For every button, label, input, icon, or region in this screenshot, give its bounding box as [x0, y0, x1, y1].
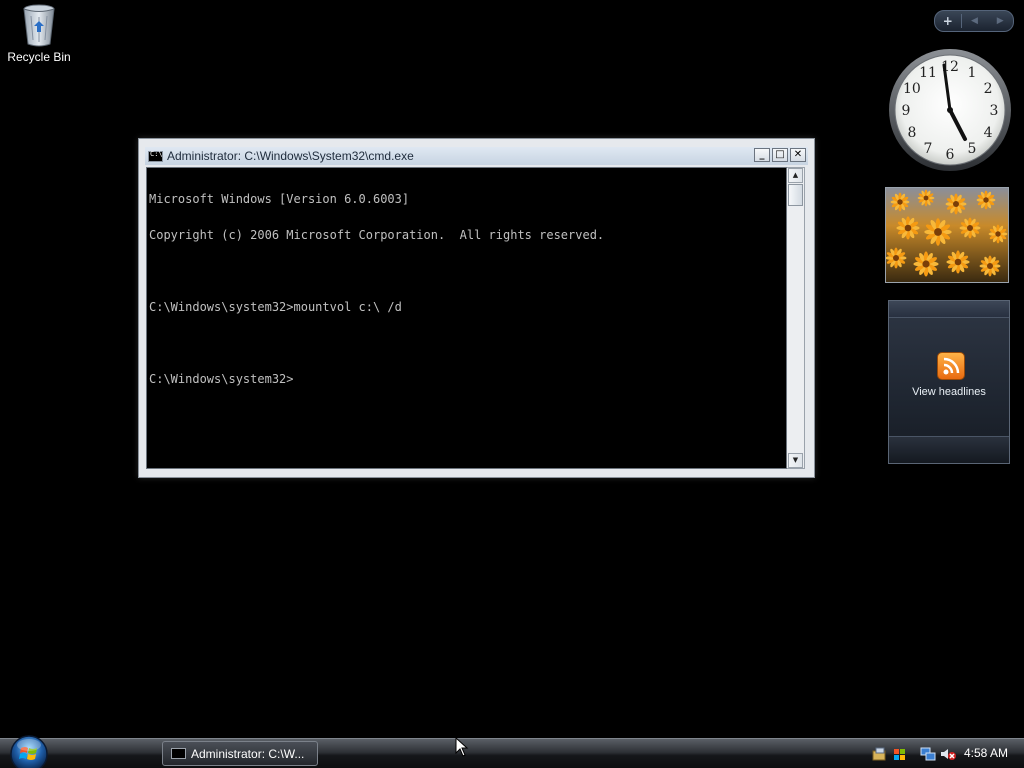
clock-number: 1 [968, 65, 977, 81]
recycle-bin[interactable]: Recycle Bin [4, 2, 74, 64]
window-controls: _ □ ✕ [754, 148, 806, 162]
clock-number: 11 [919, 65, 937, 81]
taskbar: Administrator: C:\W... 4:58 AM [0, 735, 1024, 768]
clock-number: 5 [968, 141, 977, 157]
window-titlebar[interactable]: Administrator: C:\Windows\System32\cmd.e… [145, 147, 808, 165]
window-title: Administrator: C:\Windows\System32\cmd.e… [167, 149, 414, 163]
tray-clock[interactable]: 4:58 AM [964, 746, 1008, 760]
taskbar-button-cmd[interactable]: Administrator: C:\W... [162, 741, 318, 766]
maximize-button[interactable]: □ [772, 148, 788, 162]
cmd-window[interactable]: Administrator: C:\Windows\System32\cmd.e… [138, 138, 815, 478]
clock-number: 9 [902, 103, 911, 119]
recycle-bin-icon [23, 4, 55, 47]
clock-number: 6 [946, 147, 955, 163]
vertical-scrollbar[interactable]: ▲ ▼ [787, 167, 805, 469]
scroll-up-button[interactable]: ▲ [788, 168, 803, 183]
clock-number: 4 [984, 125, 993, 141]
console-line: Copyright (c) 2006 Microsoft Corporation… [149, 228, 605, 242]
mouse-pointer-icon [455, 737, 469, 757]
windows-flag-icon[interactable] [892, 746, 908, 762]
recycle-bin-label: Recycle Bin [7, 50, 71, 64]
console-prompt-line: C:\Windows\system32> [149, 372, 294, 386]
console-line: C:\Windows\system32>mountvol c:\ /d [149, 300, 402, 314]
sidebar-controls: + ◀ ▶ [934, 10, 1014, 32]
console-output[interactable]: Microsoft Windows [Version 6.0.6003] Cop… [146, 167, 787, 469]
minimize-button[interactable]: _ [754, 148, 770, 162]
volume-muted-icon[interactable] [940, 746, 956, 762]
network-icon[interactable] [920, 746, 936, 762]
cmd-app-icon [171, 748, 186, 759]
start-button[interactable] [9, 734, 49, 768]
clock-number: 7 [924, 141, 933, 157]
rss-icon[interactable] [937, 352, 965, 380]
cmd-app-icon[interactable] [148, 150, 163, 162]
previous-page-button[interactable]: ◀ [962, 11, 988, 31]
slideshow-flowers-image [886, 188, 1008, 282]
clock-center [947, 107, 953, 113]
clock-number: 8 [907, 125, 916, 141]
add-gadget-button[interactable]: + [935, 11, 961, 31]
feeds-header-strip [889, 301, 1009, 318]
system-tray [872, 743, 956, 765]
view-headlines-link[interactable]: View headlines [889, 386, 1009, 398]
scroll-down-button[interactable]: ▼ [788, 453, 803, 468]
feeds-footer-strip [889, 436, 1009, 463]
next-page-button[interactable]: ▶ [987, 11, 1013, 31]
clock-number: 10 [903, 81, 921, 97]
clock-number: 3 [990, 103, 999, 119]
slideshow-gadget[interactable] [885, 187, 1009, 283]
feed-headlines-gadget[interactable]: View headlines [888, 300, 1010, 464]
close-button[interactable]: ✕ [790, 148, 806, 162]
clock-number: 2 [984, 81, 993, 97]
clock-gadget[interactable]: 12 1234567891011 [887, 47, 1013, 173]
desktop: Recycle Bin + ◀ ▶ 12 1 2 3 4 5 6 7 8 9 10 11 [0, 0, 1024, 768]
scroll-thumb[interactable] [788, 184, 803, 206]
console-line: Microsoft Windows [Version 6.0.6003] [149, 192, 410, 206]
taskbar-button-label: Administrator: C:\W... [191, 746, 305, 761]
network-folder-icon[interactable] [872, 746, 888, 762]
